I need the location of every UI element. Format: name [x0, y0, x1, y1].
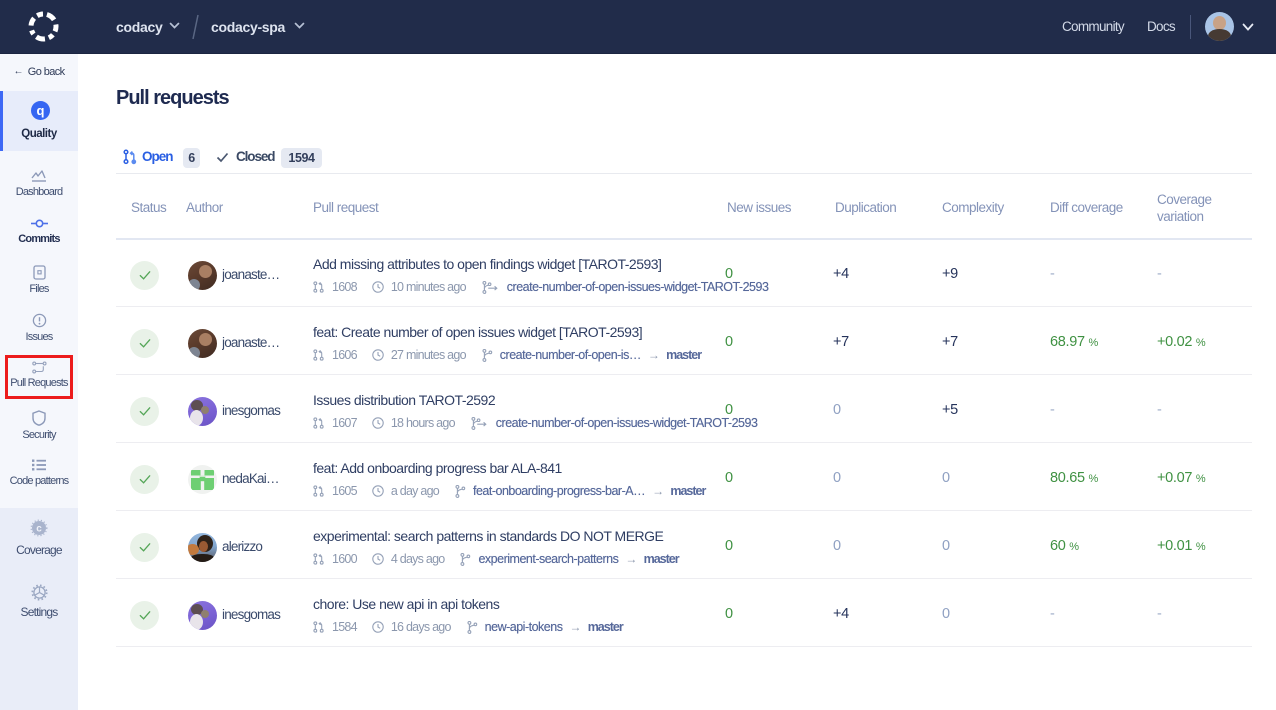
svg-text:c: c — [36, 524, 42, 535]
